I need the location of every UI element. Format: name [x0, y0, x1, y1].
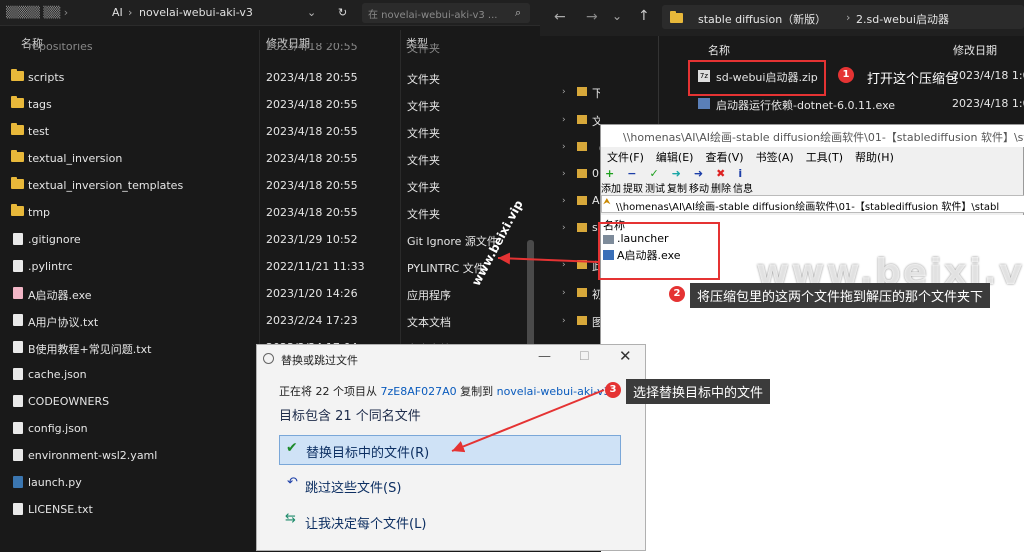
annotation-arrows [451, 252, 605, 453]
arrow-line [451, 389, 605, 453]
arrow-line [497, 252, 599, 265]
